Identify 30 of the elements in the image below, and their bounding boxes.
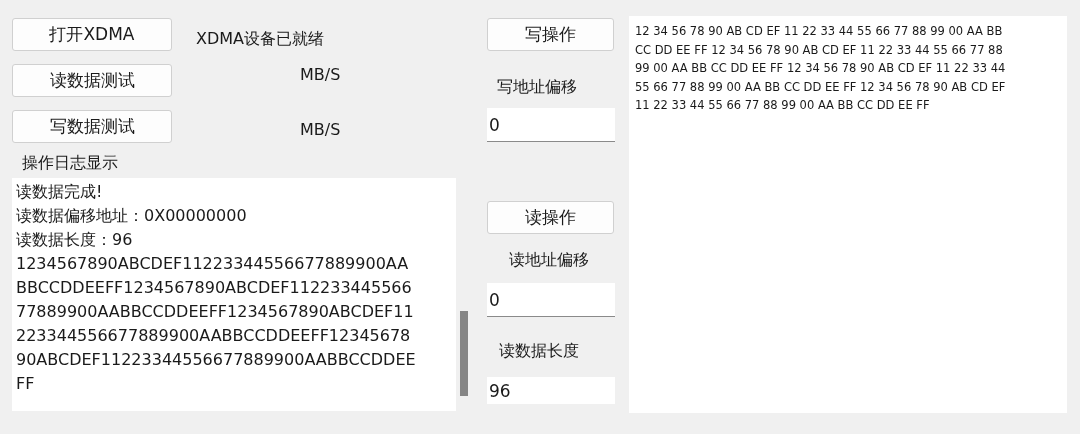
open-xdma-button[interactable]: 打开XDMA: [12, 18, 172, 51]
data-line: 11 22 33 44 55 66 77 88 99 00 AA BB CC DD EE FF: [635, 97, 930, 114]
write-speed-unit: MB/S: [300, 118, 341, 141]
read-button[interactable]: 读操作: [487, 201, 614, 234]
device-status: XDMA设备已就绪: [196, 27, 325, 50]
read-length-field[interactable]: 96: [487, 377, 615, 404]
data-line: 55 66 77 88 99 00 AA BB CC DD EE FF 12 34 56 78 90 AB CD EF: [635, 78, 1006, 96]
log-line: 读数据完成!: [16, 181, 103, 203]
read-length-label: 读数据长度: [499, 340, 580, 362]
log-line: 1234567890ABCDEF11223344556677889900AA: [16, 253, 409, 275]
log-line: BBCCDDEEFF1234567890ABCDEF112233445566: [16, 277, 412, 299]
data-line: 12 34 56 78 90 AB CD EF 11 22 33 44 55 66 77 88 99 00 AA BB: [635, 23, 1003, 40]
read-test-button[interactable]: 读数据测试: [12, 64, 172, 97]
log-line: 223344556677889900AABBCCDDEEFF12345678: [16, 325, 411, 347]
write-offset-label: 写地址偏移: [497, 76, 578, 98]
write-test-button[interactable]: 写数据测试: [12, 110, 172, 143]
log-line: 读数据长度：96: [16, 229, 133, 251]
data-line: 99 00 AA BB CC DD EE FF 12 34 56 78 90 AB CD EF 11 22 33 44: [635, 60, 1006, 77]
log-label: 操作日志显示: [22, 153, 119, 173]
read-offset-label: 读地址偏移: [509, 249, 590, 271]
data-line: CC DD EE FF 12 34 56 78 90 AB CD EF 11 22 33 44 55 66 77 88: [635, 41, 1003, 59]
log-line: 读数据偏移地址：0X00000000: [16, 205, 247, 227]
log-line: 90ABCDEF11223344556677889900AABBCCDDEE: [16, 349, 416, 371]
read-speed-unit: MB/S: [300, 63, 341, 86]
write-button[interactable]: 写操作: [487, 18, 614, 51]
scrollbar-thumb[interactable]: [460, 311, 468, 396]
log-line: 77889900AABBCCDDEEFF1234567890ABCDEF11: [16, 301, 414, 323]
log-line: FF: [16, 373, 35, 395]
read-offset-field[interactable]: 0: [487, 283, 615, 317]
write-offset-field[interactable]: 0: [487, 108, 615, 142]
